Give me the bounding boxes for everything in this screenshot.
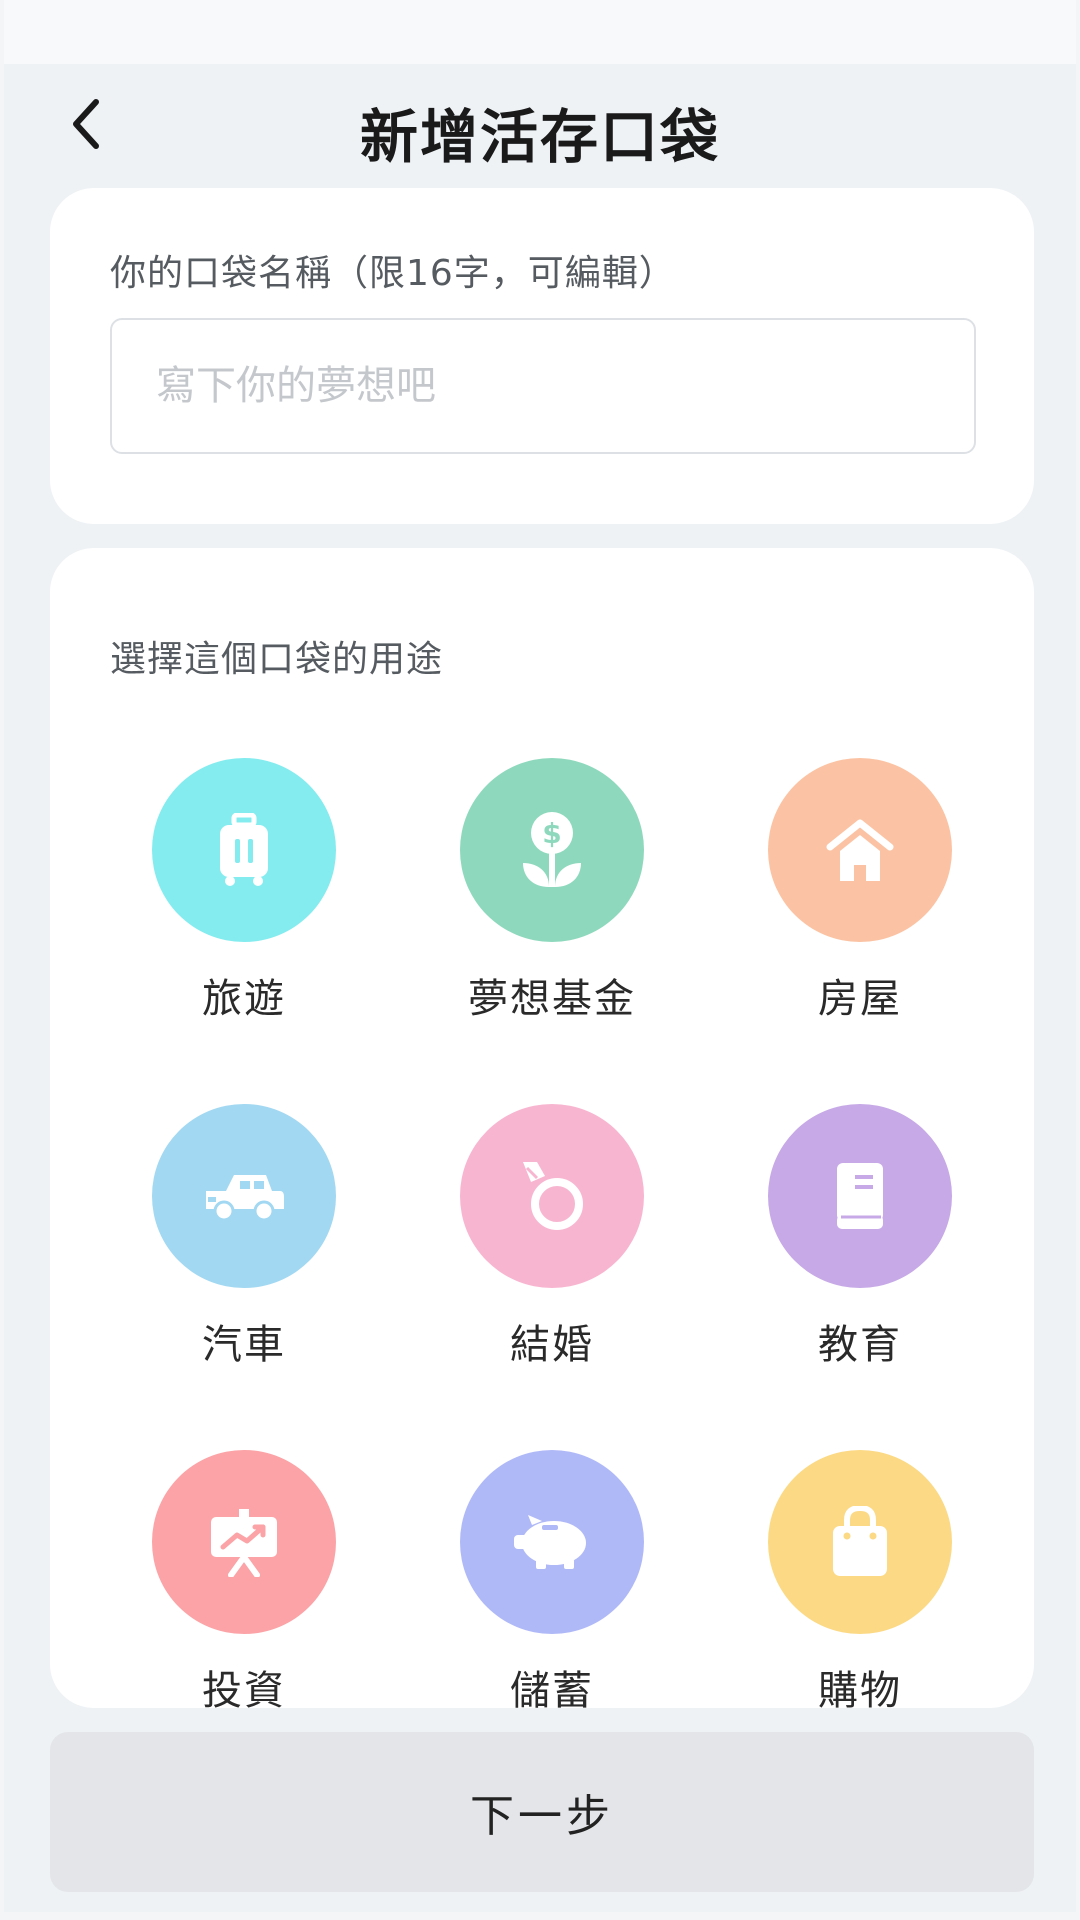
purpose-item-savings[interactable]: 儲蓄 (398, 1450, 706, 1716)
ring-icon (523, 1162, 583, 1230)
app-screen: 新增活存口袋 你的口袋名稱（限16字，可編輯） 選擇這個口袋的用途 (4, 0, 1076, 1912)
shopping-bag-icon (833, 1506, 887, 1576)
pocket-name-input[interactable] (110, 318, 976, 454)
page-title: 新增活存口袋 (359, 103, 720, 171)
purpose-item-shopping[interactable]: 購物 (706, 1450, 1014, 1716)
luggage-icon (220, 813, 268, 886)
purpose-item-label: 購物 (818, 1668, 902, 1714)
car-icon (206, 1175, 284, 1222)
purpose-icon-circle (460, 1450, 644, 1634)
purpose-item-label: 結婚 (510, 1322, 594, 1368)
purpose-icon-circle: $ (460, 758, 644, 942)
purpose-item-label: 教育 (818, 1322, 902, 1368)
purpose-label: 選擇這個口袋的用途 (110, 639, 444, 680)
purpose-icon-circle (768, 1104, 952, 1288)
purpose-grid: 旅遊 $ 夢想基金 房屋 汽車 結婚 教育 投資 儲蓄 購物 (90, 758, 1014, 1716)
purpose-item-wedding[interactable]: 結婚 (398, 1104, 706, 1370)
house-icon (826, 819, 894, 881)
purpose-icon-circle (152, 1104, 336, 1288)
purpose-icon-circle (460, 1104, 644, 1288)
purpose-item-education[interactable]: 教育 (706, 1104, 1014, 1370)
purpose-item-label: 旅遊 (202, 976, 286, 1022)
purpose-item-label: 夢想基金 (468, 976, 636, 1022)
header: 新增活存口袋 (4, 64, 1076, 184)
purpose-item-label: 汽車 (202, 1322, 286, 1368)
svg-text:$: $ (542, 817, 561, 850)
pocket-name-label: 你的口袋名稱（限16字，可編輯） (110, 253, 676, 294)
purpose-icon-circle (152, 1450, 336, 1634)
purpose-item-travel[interactable]: 旅遊 (90, 758, 398, 1024)
purpose-item-car[interactable]: 汽車 (90, 1104, 398, 1370)
purpose-item-label: 儲蓄 (510, 1668, 594, 1714)
next-step-button[interactable]: 下一步 (50, 1732, 1034, 1892)
money-plant-icon: $ (523, 812, 581, 887)
status-bar (4, 0, 1076, 64)
pocket-name-card: 你的口袋名稱（限16字，可編輯） (50, 188, 1034, 524)
purpose-item-investment[interactable]: 投資 (90, 1450, 398, 1716)
purpose-item-label: 投資 (202, 1668, 286, 1714)
purpose-item-label: 房屋 (818, 976, 902, 1022)
pocket-purpose-card: 選擇這個口袋的用途 旅遊 $ 夢想基金 房屋 汽車 結婚 教育 投資 儲蓄 購物 (50, 548, 1034, 1714)
investment-chart-icon (211, 1509, 277, 1577)
purpose-item-house[interactable]: 房屋 (706, 758, 1014, 1024)
purpose-icon-circle (768, 758, 952, 942)
purpose-item-dream-fund[interactable]: $ 夢想基金 (398, 758, 706, 1024)
piggy-bank-icon (514, 1515, 586, 1569)
purpose-icon-circle (152, 758, 336, 942)
book-icon (837, 1163, 883, 1229)
purpose-icon-circle (768, 1450, 952, 1634)
